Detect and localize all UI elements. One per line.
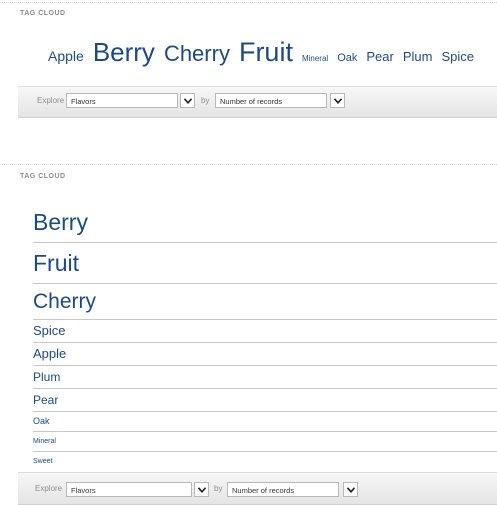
metric-dropdown-button[interactable]: [330, 93, 345, 108]
chevron-down-icon: [197, 486, 206, 493]
list-tag-cherry[interactable]: Cherry: [33, 284, 497, 320]
list-tag-berry[interactable]: Berry: [33, 203, 497, 243]
list-tag-apple[interactable]: Apple: [33, 343, 497, 366]
chevron-down-icon: [333, 97, 342, 104]
dimension-select[interactable]: Flavors: [66, 93, 178, 108]
by-label: by: [201, 96, 210, 105]
tag-oak[interactable]: Oak: [337, 52, 357, 64]
list-tag-spice[interactable]: Spice: [33, 320, 497, 343]
vertical-tag-list: Berry Fruit Cherry Spice Apple Plum Pear…: [33, 203, 497, 472]
list-tag-fruit[interactable]: Fruit: [33, 243, 497, 284]
chevron-down-icon: [183, 97, 192, 104]
metric-select[interactable]: Number of records: [227, 482, 339, 497]
tag-spice[interactable]: Spice: [441, 49, 474, 64]
by-label: by: [214, 484, 223, 493]
tag-mineral[interactable]: Mineral: [302, 54, 328, 63]
tag-fruit[interactable]: Fruit: [239, 37, 293, 68]
top-tag-cloud-title: TAG CLOUD: [20, 10, 66, 17]
metric-select[interactable]: Number of records: [215, 93, 327, 108]
tag-pear[interactable]: Pear: [366, 49, 393, 64]
tag-cherry[interactable]: Cherry: [164, 41, 230, 67]
tag-apple[interactable]: Apple: [48, 48, 84, 64]
dimension-dropdown-button[interactable]: [194, 482, 209, 497]
horizontal-tag-cloud: Apple Berry Cherry Fruit Mineral Oak Pear Plum S…: [48, 37, 483, 68]
bottom-divider: [0, 164, 497, 165]
list-tag-sweet[interactable]: Sweet: [33, 452, 497, 472]
list-tag-pear[interactable]: Pear: [33, 389, 497, 412]
dimension-select[interactable]: Flavors: [66, 482, 192, 497]
bottom-tag-cloud-title: TAG CLOUD: [20, 173, 66, 180]
bottom-explore-bar: Explore Flavors by Number of records: [18, 472, 497, 505]
dimension-dropdown-button[interactable]: [180, 93, 195, 108]
top-divider: [0, 2, 497, 3]
tag-berry[interactable]: Berry: [93, 37, 155, 68]
metric-dropdown-button[interactable]: [343, 482, 358, 497]
explore-label: Explore: [37, 96, 65, 105]
list-tag-mineral[interactable]: Mineral: [33, 432, 497, 452]
top-explore-bar: Explore Flavors by Number of records: [18, 86, 497, 118]
list-tag-plum[interactable]: Plum: [33, 366, 497, 389]
list-tag-oak[interactable]: Oak: [33, 412, 497, 432]
chevron-down-icon: [346, 486, 355, 493]
tag-plum[interactable]: Plum: [403, 49, 433, 64]
explore-label: Explore: [35, 484, 63, 493]
